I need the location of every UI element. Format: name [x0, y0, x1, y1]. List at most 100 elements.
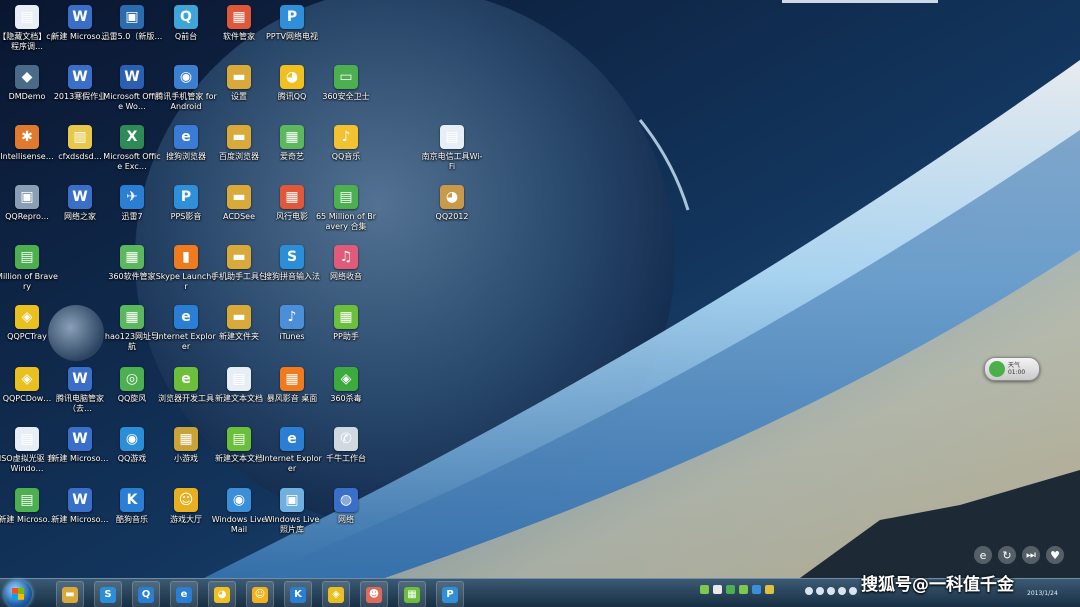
desktop-shortcut-label: hao123网址导航: [104, 332, 160, 351]
desktop-shortcut[interactable]: ◕ 腾讯QQ: [261, 65, 323, 123]
globe-icon: ◉: [227, 488, 251, 512]
desktop-shortcut[interactable]: ◎ QQ旋风: [101, 367, 163, 425]
desktop-shortcut[interactable]: ▭ 360安全卫士: [315, 65, 377, 123]
desktop-shortcut[interactable]: ▤ Million of Bravery: [0, 245, 58, 303]
qq-icon: ◕: [440, 185, 464, 209]
desktop-shortcut[interactable]: ◈ QQPCTray: [0, 305, 58, 363]
tray-icon[interactable]: [726, 585, 735, 594]
tray-icon[interactable]: [752, 585, 761, 594]
media-control-button[interactable]: e: [974, 546, 992, 564]
desktop-shortcut-label: 风行电影: [276, 212, 308, 221]
desktop-gadget[interactable]: 天气 01:00: [984, 357, 1040, 381]
app-icon: ▦: [280, 367, 304, 391]
tray-icon[interactable]: [849, 587, 857, 595]
desktop-shortcut[interactable]: ♪ QQ音乐: [315, 125, 377, 183]
desktop-shortcut[interactable]: ◈ 360杀毒: [315, 367, 377, 425]
desktop-shortcut-label: QQ游戏: [117, 454, 147, 463]
desktop-shortcut[interactable]: ▤ 65 Million of Bravery 合集: [315, 185, 377, 243]
desktop-shortcut-label: QQPCTray: [7, 332, 47, 341]
windows-logo-icon: [12, 588, 24, 600]
desktop-shortcut[interactable]: ▦ PP助手: [315, 305, 377, 363]
desktop-shortcut[interactable]: ▦ hao123网址导航: [101, 305, 163, 363]
start-button[interactable]: [4, 580, 32, 607]
tray-icon[interactable]: [838, 587, 846, 595]
document-icon: ▤: [15, 245, 39, 269]
qq-penguin-icon: ◕: [280, 65, 304, 89]
tray-icon[interactable]: [827, 587, 835, 595]
gadget-text: 天气 01:00: [1007, 362, 1026, 376]
app-icon: ✱: [15, 125, 39, 149]
desktop-shortcut[interactable]: X Microsoft Office Exc…: [101, 125, 163, 183]
shield-icon: ◈: [334, 367, 358, 391]
phone-manager-icon: ◉: [174, 65, 198, 89]
tray-icon[interactable]: [805, 587, 813, 595]
tray-icon[interactable]: [700, 585, 709, 594]
media-side-controls: e ↻ ⏭ ♥: [974, 546, 1064, 566]
taskbar-app-button[interactable]: ▬: [56, 581, 84, 607]
taskbar-app-button[interactable]: ▦: [398, 581, 426, 607]
desktop-shortcut-label: 360软件管家: [108, 272, 156, 281]
document-icon: ▥: [68, 125, 92, 149]
qq-game-icon: ◉: [120, 427, 144, 451]
desktop-shortcut[interactable]: ◍ 网络: [315, 488, 377, 546]
media-control-button[interactable]: ⏭: [1022, 546, 1040, 564]
desktop-shortcut[interactable]: ♫ 网络收音: [315, 245, 377, 303]
folder-icon: ▬: [227, 245, 251, 269]
taskbar-app-button[interactable]: ☻: [360, 581, 388, 607]
desktop-shortcut[interactable]: ◉ QQ游戏: [101, 427, 163, 485]
system-tray-extra: [805, 587, 857, 595]
document-icon: W: [68, 185, 92, 209]
taskbar-app-button[interactable]: ◈: [322, 581, 350, 607]
taskbar-app-button[interactable]: Q: [132, 581, 160, 607]
desktop-shortcut[interactable]: ▦ 风行电影: [261, 185, 323, 243]
folder-icon: ▬: [227, 125, 251, 149]
desktop-shortcut[interactable]: ▦ 暴风影音 桌面: [261, 367, 323, 425]
media-control-button[interactable]: ♥: [1046, 546, 1064, 564]
desktop-shortcut[interactable]: P PPTV网络电视: [261, 5, 323, 63]
desktop-shortcut[interactable]: K 酷狗音乐: [101, 488, 163, 546]
sogou-icon: S: [280, 245, 304, 269]
watermark-text: 搜狐号@一科值千金: [861, 575, 1014, 595]
phone-icon: ✆: [334, 427, 358, 451]
desktop-shortcut-label: 360安全卫士: [322, 92, 370, 101]
kugou-icon: K: [120, 488, 144, 512]
document-icon: W: [68, 65, 92, 89]
desktop-shortcut-label: iTunes: [279, 332, 305, 341]
desktop-shortcut[interactable]: W Microsoft Office Wo…: [101, 65, 163, 123]
document-icon: ▤: [334, 185, 358, 209]
desktop-shortcut[interactable]: ▦ 360软件管家: [101, 245, 163, 303]
desktop-shortcut-label: 迅雷7: [121, 212, 143, 221]
desktop-shortcut[interactable]: ✈ 迅雷7: [101, 185, 163, 243]
desktop-shortcut[interactable]: ✆ 千牛工作台: [315, 427, 377, 485]
taskbar-app-button[interactable]: S: [94, 581, 122, 607]
taskbar-app-button[interactable]: ☺: [246, 581, 274, 607]
kugou-icon: K: [290, 586, 306, 603]
sogou-icon: S: [100, 586, 116, 603]
desktop-shortcut-label: 南京电信工具Wi-Fi: [421, 152, 483, 171]
desktop-shortcut[interactable]: ▣ 迅雷5.0（新版…: [101, 5, 163, 63]
desktop-shortcut[interactable]: ▤ 南京电信工具Wi-Fi: [421, 125, 483, 183]
desktop-shortcut[interactable]: e Internet Explorer: [261, 427, 323, 485]
app-icon: ▦: [120, 245, 144, 269]
taskbar-app-button[interactable]: P: [436, 581, 464, 607]
tray-icon[interactable]: [816, 587, 824, 595]
tray-icon[interactable]: [765, 585, 774, 594]
desktop-shortcut[interactable]: ▣ Windows Live 照片库: [261, 488, 323, 546]
media-control-button[interactable]: ↻: [998, 546, 1016, 564]
taskbar-clock[interactable]: 2013/1/24: [1027, 590, 1058, 597]
taskbar-app-button[interactable]: K: [284, 581, 312, 607]
tray-icon[interactable]: [713, 585, 722, 594]
desktop-shortcut[interactable]: ♪ iTunes: [261, 305, 323, 363]
desktop-shortcut-label: Microsoft Office Exc…: [103, 152, 161, 171]
desktop-shortcut-label: 暴风影音 桌面: [266, 394, 318, 403]
desktop-shortcut[interactable]: S 搜狗拼音输入法: [261, 245, 323, 303]
taskbar-app-button[interactable]: e: [170, 581, 198, 607]
document-icon: W: [68, 5, 92, 29]
app-icon: ▣: [15, 185, 39, 209]
desktop-shortcut[interactable]: ◕ QQ2012: [421, 185, 483, 243]
desktop-shortcut[interactable]: ▦ 爱奇艺: [261, 125, 323, 183]
browser-icon: e: [174, 125, 198, 149]
qq-music-icon: ♪: [334, 125, 358, 149]
tray-icon[interactable]: [739, 585, 748, 594]
taskbar-app-button[interactable]: ◕: [208, 581, 236, 607]
